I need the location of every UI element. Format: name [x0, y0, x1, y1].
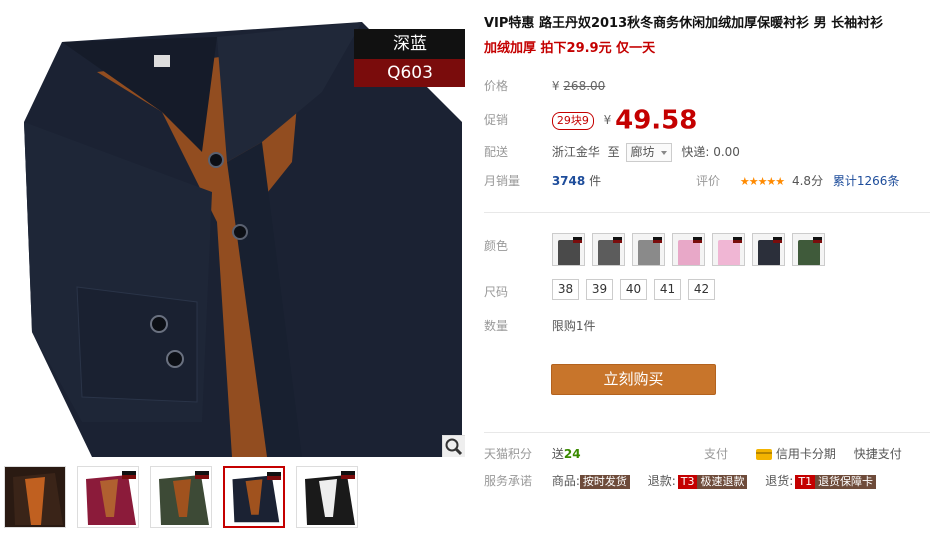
pay-label: 支付 [704, 447, 729, 461]
size-option[interactable]: 42 [688, 279, 715, 300]
swatch-tag [573, 237, 582, 243]
points-row: 天猫积分 送24 支付 信用卡分期 快捷支付 [484, 445, 930, 462]
quantity-row: 数量 限购1件 [484, 317, 595, 334]
thumbnail-strip [4, 466, 464, 536]
sales-count: 3748 [551, 174, 586, 188]
color-swatch[interactable] [672, 233, 705, 266]
currency-symbol: ¥ [551, 79, 560, 93]
credit-installment[interactable]: 信用卡分期 [776, 447, 836, 461]
color-label: 颜色 [484, 239, 509, 253]
swatch-shirt [678, 240, 700, 265]
swatch-shirt [718, 240, 740, 265]
points-give: 送 [551, 447, 564, 461]
divider [484, 212, 930, 213]
return-label: 退货: [765, 474, 794, 488]
promo-price: 49.58 [615, 105, 698, 136]
shipping-from: 浙江金华 [551, 145, 600, 159]
divider [484, 432, 930, 433]
original-price: 268.00 [563, 79, 606, 93]
color-swatch[interactable] [752, 233, 785, 266]
thumbnail-2[interactable] [77, 466, 139, 528]
shipping-to-word: 至 [607, 145, 620, 159]
promo-badge[interactable]: 29块9 [551, 112, 594, 130]
swatch-tag [733, 237, 742, 243]
swatch-shirt [758, 240, 780, 265]
quantity-label: 数量 [484, 319, 509, 333]
color-swatches [552, 233, 825, 266]
swatch-shirt [638, 240, 660, 265]
color-tag-name: 深蓝 [354, 29, 465, 59]
review-count-link[interactable]: 累计1266条 [833, 174, 900, 188]
thumbnail-4[interactable] [223, 466, 285, 528]
quick-pay[interactable]: 快捷支付 [854, 447, 902, 461]
destination-select[interactable]: 廊坊 [625, 143, 672, 162]
size-option[interactable]: 38 [552, 279, 579, 300]
sales-row: 月销量 3748 件 评价 ★★★★★ 4.8分 累计1266条 [484, 172, 930, 189]
refund-code-badge: T3 [677, 475, 698, 489]
product-info-panel: VIP特惠 路王丹奴2013秋冬商务休闲加绒加厚保暖衬衫 男 长袖衬衫 加绒加厚… [484, 0, 930, 542]
buy-now-button[interactable]: 立刻购买 [551, 364, 716, 395]
promise-label: 服务承诺 [484, 474, 533, 488]
thumbnail-5[interactable] [296, 466, 358, 528]
sales-unit: 件 [589, 174, 602, 188]
main-product-image[interactable]: 深蓝 Q603 [2, 2, 465, 457]
product-subtitle: 加绒加厚 拍下29.9元 仅一天 [484, 41, 656, 56]
shipping-label: 配送 [484, 145, 509, 159]
swatch-tag [813, 237, 822, 243]
goods-label: 商品: [551, 474, 580, 488]
color-tag: 深蓝 Q603 [354, 29, 465, 87]
credit-card-icon [755, 449, 772, 460]
color-tag-code: Q603 [354, 59, 465, 87]
service-promise-row: 服务承诺 商品: 按时发货 退款: T3 极速退款 退货: T1 退货保障卡 [484, 472, 890, 489]
express-fee: 快递: 0.00 [681, 145, 740, 159]
thumbnail-3[interactable] [150, 466, 212, 528]
size-option[interactable]: 40 [620, 279, 647, 300]
swatch-tag [773, 237, 782, 243]
color-swatch[interactable] [632, 233, 665, 266]
size-option[interactable]: 41 [654, 279, 681, 300]
fast-refund-tag[interactable]: 极速退款 [697, 475, 748, 489]
price-row: 价格 ¥ 268.00 [484, 77, 605, 94]
rating-label: 评价 [696, 174, 721, 188]
product-title: VIP特惠 路王丹奴2013秋冬商务休闲加绒加厚保暖衬衫 男 长袖衬衫 [484, 16, 884, 31]
refund-label: 退款: [647, 474, 676, 488]
color-swatch[interactable] [592, 233, 625, 266]
promo-currency: ¥ [603, 113, 612, 127]
quantity-limit: 限购1件 [551, 319, 596, 333]
swatch-tag [613, 237, 622, 243]
color-swatch[interactable] [712, 233, 745, 266]
promo-row: 促销 29块9 ¥ 49.58 [484, 104, 697, 136]
size-options: 38 39 40 41 42 [552, 279, 715, 300]
swatch-tag [693, 237, 702, 243]
rating-score: 4.8分 [791, 174, 824, 188]
shipping-row: 配送 浙江金华 至 廊坊 快递: 0.00 [484, 143, 740, 162]
swatch-shirt [798, 240, 820, 265]
swatch-tag [653, 237, 662, 243]
promo-label: 促销 [484, 113, 509, 127]
on-time-delivery-tag[interactable]: 按时发货 [579, 475, 630, 489]
price-label: 价格 [484, 79, 509, 93]
points-amount: 24 [563, 447, 581, 461]
thumbnail-1[interactable] [4, 466, 66, 528]
return-guarantee-tag[interactable]: 退货保障卡 [815, 475, 877, 489]
size-option[interactable]: 39 [586, 279, 613, 300]
swatch-shirt [558, 240, 580, 265]
color-swatch[interactable] [552, 233, 585, 266]
magnifier-icon[interactable] [442, 435, 465, 457]
swatch-shirt [598, 240, 620, 265]
return-code-badge: T1 [795, 475, 816, 489]
sales-label: 月销量 [484, 174, 521, 188]
color-swatch[interactable] [792, 233, 825, 266]
size-label: 尺码 [484, 285, 509, 299]
rating-stars-icon: ★★★★★ [739, 175, 785, 188]
points-label: 天猫积分 [484, 447, 533, 461]
